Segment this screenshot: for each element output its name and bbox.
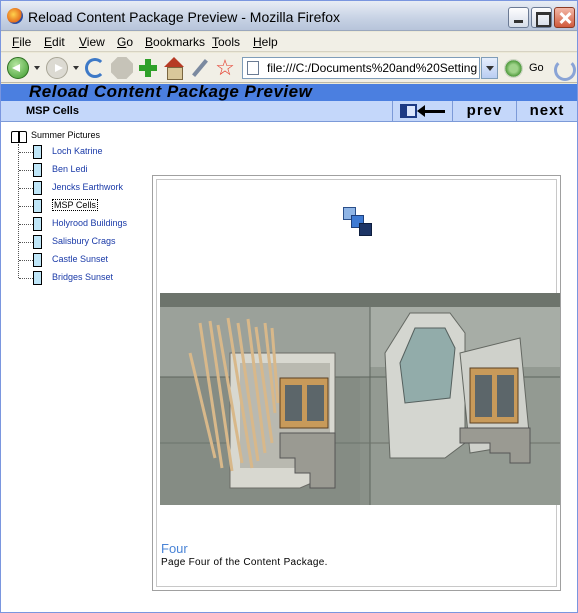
tree-branch (19, 224, 33, 225)
menu-file[interactable]: File (12, 35, 31, 49)
toc-frame-icon (400, 104, 417, 118)
bookmark-star-icon[interactable]: ☆ (214, 57, 236, 79)
navigation-toolbar: ☆ file:///C:/Documents%20and%20Settings/… (1, 53, 577, 83)
tree-connector (18, 144, 19, 278)
building-photo (160, 293, 560, 505)
reload-icon[interactable] (85, 58, 105, 78)
tree-branch (19, 206, 33, 207)
close-button[interactable] (554, 7, 575, 28)
menu-view[interactable]: View (79, 35, 105, 49)
reload-logo-icon (343, 207, 377, 237)
window-title: Reload Content Package Preview - Mozilla… (28, 9, 341, 25)
tree-item-label[interactable]: Loch Katrine (52, 146, 103, 156)
page-icon (33, 217, 42, 231)
page-icon (33, 235, 42, 249)
page-icon (33, 271, 42, 285)
prev-button[interactable]: prev (452, 101, 516, 122)
firefox-logo-icon (7, 8, 23, 24)
menu-bookmarks[interactable]: Bookmarks (145, 35, 205, 49)
address-history-dropdown[interactable] (481, 57, 498, 79)
tree-item-label[interactable]: Bridges Sunset (52, 272, 113, 282)
throbber-icon (551, 56, 576, 81)
page-icon (33, 163, 42, 177)
content-frame: Four Page Four of the Content Package. (152, 175, 561, 591)
next-label: next (529, 102, 565, 119)
tree-item-label[interactable]: Ben Ledi (52, 164, 88, 174)
page-icon (247, 61, 259, 75)
menu-help[interactable]: Help (253, 35, 278, 49)
next-button[interactable]: next (516, 101, 577, 122)
building-photo-graphic (160, 293, 560, 505)
minimize-button[interactable] (508, 7, 529, 28)
preview-navbar: MSP Cells prev next (1, 101, 577, 122)
go-button[interactable]: Go (529, 62, 544, 74)
back-icon[interactable] (7, 57, 29, 79)
forward-icon[interactable] (46, 57, 68, 79)
page-icon (33, 145, 42, 159)
prev-label: prev (466, 102, 503, 119)
address-text[interactable]: file:///C:/Documents%20and%20Settings/e (267, 61, 477, 75)
menu-edit[interactable]: Edit (44, 35, 65, 49)
page-heading: Four (161, 541, 188, 556)
banner-title: Reload Content Package Preview (29, 82, 313, 101)
menu-bar: File Edit View Go Bookmarks Tools Help (1, 32, 577, 52)
content-inner: Four Page Four of the Content Package. (156, 179, 560, 587)
page-icon (33, 253, 42, 267)
go-icon[interactable] (504, 59, 523, 78)
open-book-icon (11, 131, 27, 143)
tree-item-label[interactable]: MSP Cells (52, 199, 98, 211)
page-icon (33, 181, 42, 195)
tree-branch (19, 152, 33, 153)
page-content: Reload Content Package Preview MSP Cells… (1, 82, 577, 612)
browser-window: Reload Content Package Preview - Mozilla… (0, 0, 578, 613)
tree-root-label: Summer Pictures (31, 130, 101, 140)
title-bar: Reload Content Package Preview - Mozilla… (1, 1, 577, 31)
tree-item-label[interactable]: Holyrood Buildings (52, 218, 127, 228)
toggle-toc-button[interactable] (392, 101, 452, 122)
tree-branch (19, 188, 33, 189)
page-description: Page Four of the Content Package. (161, 557, 328, 568)
new-tab-icon[interactable] (137, 57, 159, 79)
tools-icon[interactable] (189, 57, 211, 79)
home-icon[interactable] (163, 57, 185, 80)
tree-branch (19, 170, 33, 171)
menu-tools[interactable]: Tools (212, 35, 240, 49)
current-page-title: MSP Cells (26, 105, 79, 117)
tree-branch (19, 260, 33, 261)
page-icon (33, 199, 42, 213)
back-history-dropdown-icon[interactable] (34, 66, 40, 70)
address-bar[interactable]: file:///C:/Documents%20and%20Settings/e (242, 57, 480, 79)
tree-branch (19, 242, 33, 243)
maximize-button[interactable] (531, 7, 552, 28)
tree-item-label[interactable]: Salisbury Crags (52, 236, 116, 246)
arrow-left-icon (417, 105, 445, 117)
forward-history-dropdown-icon[interactable] (73, 66, 79, 70)
tree-item-label[interactable]: Castle Sunset (52, 254, 108, 264)
tree-item-label[interactable]: Jencks Earthwork (52, 182, 123, 192)
menu-go[interactable]: Go (117, 35, 133, 49)
stop-icon[interactable] (111, 57, 133, 79)
preview-banner: Reload Content Package Preview (1, 82, 577, 101)
tree-branch (19, 278, 33, 279)
